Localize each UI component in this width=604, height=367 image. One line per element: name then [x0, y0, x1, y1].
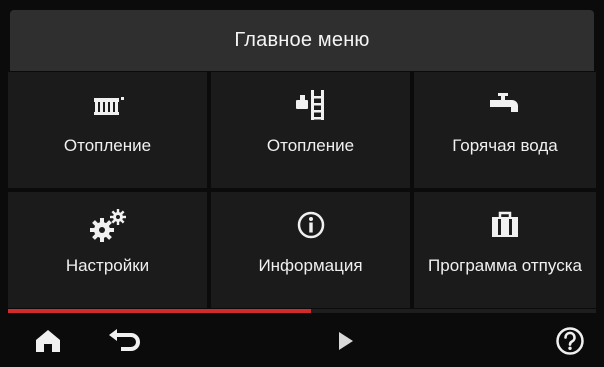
- floor-heating-icon: [294, 90, 328, 120]
- tile-hot-water[interactable]: Горячая вода: [414, 72, 596, 188]
- home-icon: [36, 330, 60, 352]
- tile-label: Настройки: [65, 256, 150, 275]
- header-bar: Главное меню: [10, 10, 594, 71]
- back-button[interactable]: [100, 323, 150, 359]
- tile-heating-radiator[interactable]: Отопление: [8, 72, 207, 188]
- tile-label: Отопление: [266, 136, 355, 155]
- tile-label: Программа отпуска: [428, 256, 582, 275]
- tile-label: Горячая вода: [452, 136, 558, 155]
- tile-vacation-program[interactable]: Программа отпуска: [414, 192, 596, 308]
- suitcase-icon: [489, 210, 521, 240]
- help-button[interactable]: [552, 323, 588, 359]
- tile-information[interactable]: Информация: [211, 192, 410, 308]
- faucet-icon: [488, 90, 522, 120]
- page-title: Главное меню: [234, 29, 370, 51]
- next-button[interactable]: [328, 323, 364, 359]
- gears-icon: [88, 209, 128, 242]
- tile-label: Отопление: [63, 136, 152, 155]
- main-menu-screen: Главное меню Отопление Отопление Горячая…: [0, 0, 604, 367]
- menu-grid: Отопление Отопление Горячая вода Настрой…: [8, 72, 596, 308]
- tile-settings[interactable]: Настройки: [8, 192, 207, 308]
- back-arrow-icon: [109, 329, 140, 351]
- home-button[interactable]: [30, 323, 66, 359]
- info-icon: [296, 210, 326, 240]
- tile-heating-floor[interactable]: Отопление: [211, 72, 410, 188]
- help-icon: [556, 327, 584, 355]
- play-next-icon: [339, 332, 353, 350]
- radiator-icon: [91, 90, 125, 120]
- footer-bar: [0, 313, 604, 367]
- tile-label: Информация: [258, 256, 363, 275]
